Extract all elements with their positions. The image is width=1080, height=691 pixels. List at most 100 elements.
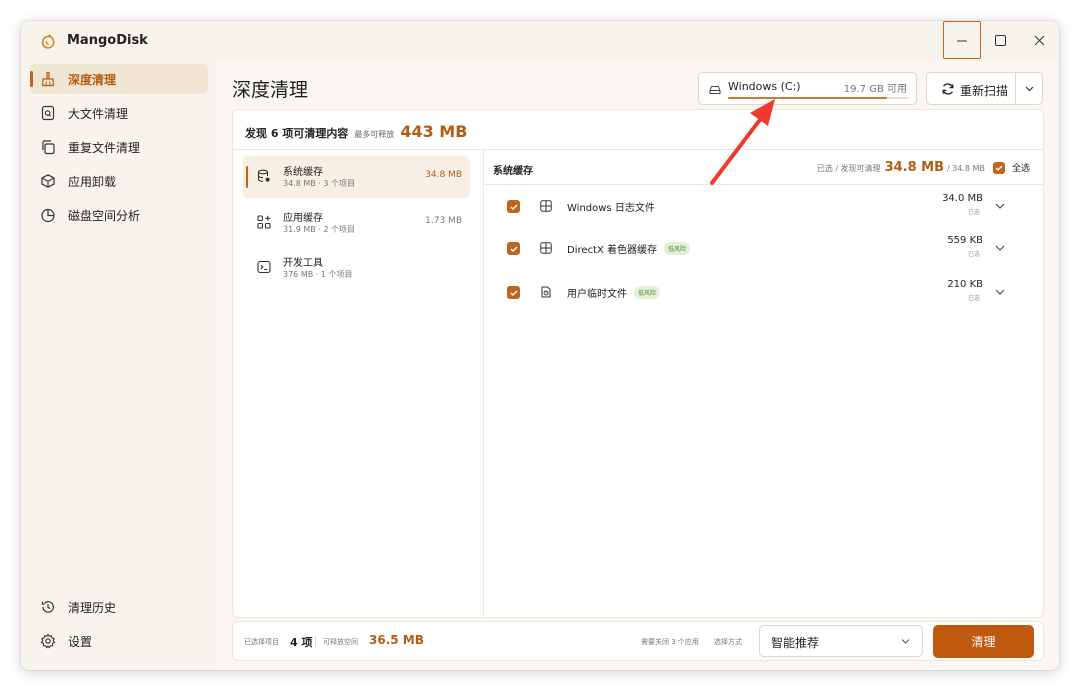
close-icon (1034, 35, 1044, 45)
item-name: DirectX 着色器缓存 低风险 (567, 241, 690, 256)
category-name: 开发工具 (283, 258, 323, 269)
release-space-label: 可释放空间 (323, 638, 358, 646)
title-bar: MangoDisk (21, 21, 1059, 61)
category-summary: 376 MB · 1 个项目 (283, 270, 353, 279)
settings-gear-icon (40, 633, 56, 649)
detail-title: 系统缓存 (493, 166, 533, 177)
divider (483, 149, 484, 617)
minimize-icon (957, 40, 967, 42)
category-summary: 31.9 MB · 2 个项目 (283, 225, 356, 234)
windows-icon (540, 242, 552, 254)
history-icon (41, 601, 54, 613)
selected-count-value: 4 项 (290, 636, 313, 649)
method-label: 选择方式 (714, 638, 742, 646)
maximize-button[interactable] (981, 21, 1019, 59)
temp-file-icon (541, 286, 551, 298)
sidebar-item-label: 应用卸载 (68, 175, 117, 189)
rescan-label: 重新扫描 (960, 84, 1009, 98)
drive-selector[interactable]: Windows (C:) 19.7 GB 可用 (698, 72, 917, 105)
copy-icon (42, 140, 55, 155)
check-icon (510, 290, 517, 296)
category-size: 34.8 MB (425, 170, 462, 180)
sidebar-item-label: 清理历史 (68, 601, 117, 615)
chevron-down-icon (901, 639, 910, 644)
broom-icon (41, 71, 55, 87)
sidebar-item-settings[interactable]: 设置 (30, 626, 208, 656)
sidebar-item-label: 深度清理 (68, 73, 117, 87)
drive-usage-bar (728, 97, 909, 99)
close-button[interactable] (1020, 21, 1058, 59)
category-size: 1.73 MB (425, 216, 462, 226)
detail-stats: 已选 / 发现可清理 34.8 MB / 34.8 MB (817, 160, 985, 175)
item-selected-label: 已选 (967, 251, 980, 258)
active-indicator (30, 71, 33, 87)
sidebar-item-large-files[interactable]: 大文件清理 (30, 98, 208, 128)
maximize-icon (994, 34, 1006, 46)
apps-add-icon (257, 215, 271, 229)
item-selected-label: 已选 (967, 295, 980, 302)
category-app-cache[interactable]: 应用缓存 31.9 MB · 2 个项目 1.73 MB (243, 202, 470, 244)
windows-icon (540, 200, 552, 212)
item-checkbox[interactable] (507, 286, 520, 299)
app-title: MangoDisk (67, 33, 148, 48)
item-checkbox[interactable] (507, 200, 520, 213)
item-checkbox[interactable] (507, 242, 520, 255)
list-item: 用户临时文件 低风险 210 KB 已选 (495, 274, 1035, 314)
mango-logo-icon (41, 34, 55, 49)
summary-max-label: 最多可释放 (354, 130, 395, 139)
item-name-text: Windows 日志文件 (567, 203, 655, 214)
sidebar-item-disk-analysis[interactable]: 磁盘空间分析 (30, 200, 208, 230)
summary-found: 发现 6 项可清理内容 (245, 127, 349, 140)
action-footer: 已选择项目 4 项 可释放空间 36.5 MB 需要关闭 3 个应用 选择方式 … (232, 621, 1044, 661)
check-icon (510, 246, 517, 252)
clean-button[interactable]: 清理 (933, 625, 1034, 658)
main-content: 深度清理 Windows (C:) 19.7 GB 可用 重新扫描 发现 6 项… (215, 61, 1059, 670)
rescan-button[interactable]: 重新扫描 (926, 72, 1016, 105)
selected-count-label: 已选择项目 (244, 638, 279, 646)
risk-badge: 低风险 (634, 286, 661, 299)
detail-stats-label: 已选 / 发现可清理 (816, 164, 881, 173)
item-size: 559 KB (947, 235, 983, 246)
check-icon (995, 165, 1003, 171)
item-size: 34.0 MB (942, 193, 983, 204)
select-all-checkbox[interactable] (993, 162, 1005, 174)
package-icon (41, 174, 55, 188)
sidebar-item-uninstall[interactable]: 应用卸载 (30, 166, 208, 196)
detail-stats-total: / 34.8 MB (947, 164, 985, 173)
sidebar-item-deep-clean[interactable]: 深度清理 (30, 64, 208, 94)
rescan-dropdown-button[interactable] (1015, 72, 1043, 105)
category-dev-tools[interactable]: 开发工具 376 MB · 1 个项目 (243, 247, 470, 289)
divider (484, 184, 1043, 185)
sidebar-item-duplicates[interactable]: 重复文件清理 (30, 132, 208, 162)
category-system-cache[interactable]: 系统缓存 34.8 MB · 3 个项目 34.8 MB (243, 156, 470, 198)
risk-badge: 低风险 (663, 242, 690, 255)
chevron-down-icon[interactable] (995, 244, 1005, 252)
sidebar-item-history[interactable]: 清理历史 (30, 592, 208, 622)
sidebar-item-label: 大文件清理 (68, 107, 129, 121)
strategy-select[interactable]: 智能推荐 (759, 625, 923, 657)
file-search-icon (41, 105, 55, 121)
app-window: MangoDisk 深度清理 大文件清理 重复文件清理 应用卸载 磁盘空间分析 … (21, 21, 1059, 670)
release-space-value: 36.5 MB (369, 633, 424, 647)
chevron-down-icon[interactable] (995, 202, 1005, 210)
scan-results-panel: 发现 6 项可清理内容 最多可释放 443 MB 系统缓存 34.8 MB · … (232, 109, 1044, 618)
minimize-button[interactable] (943, 21, 981, 59)
item-name: Windows 日志文件 (567, 199, 655, 214)
check-icon (510, 204, 517, 210)
chevron-down-icon[interactable] (995, 288, 1005, 296)
scan-summary: 发现 6 项可清理内容 最多可释放 443 MB (245, 122, 467, 141)
select-all-label: 全选 (1012, 164, 1031, 174)
active-indicator (246, 166, 248, 188)
database-settings-icon (257, 169, 270, 182)
divider (315, 636, 316, 647)
refresh-icon (942, 83, 954, 95)
category-summary: 34.8 MB · 3 个项目 (283, 179, 356, 188)
terminal-icon (257, 260, 271, 274)
chevron-down-icon (1025, 86, 1033, 91)
item-name: 用户临时文件 低风险 (567, 285, 661, 300)
page-title: 深度清理 (232, 79, 309, 101)
pie-chart-icon (41, 208, 55, 223)
item-size: 210 KB (947, 279, 983, 290)
detail-stats-value: 34.8 MB (884, 160, 945, 175)
close-apps-note: 需要关闭 3 个应用 (641, 638, 699, 646)
